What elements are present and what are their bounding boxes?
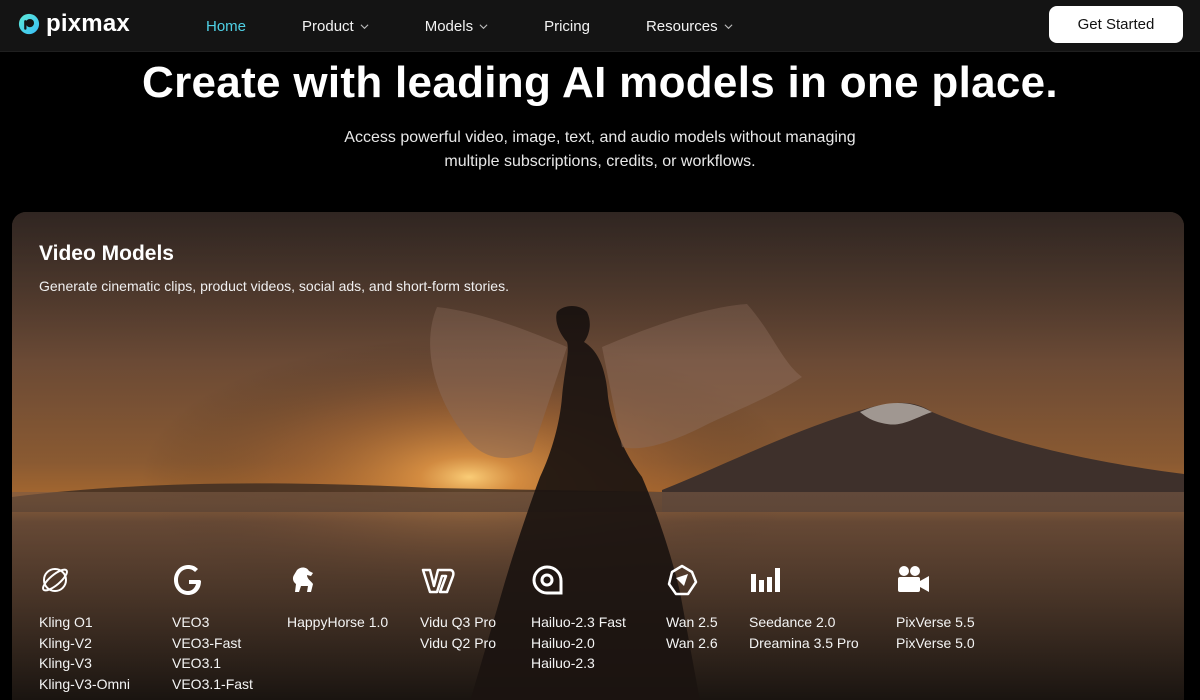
model-item[interactable]: Vidu Q2 Pro — [420, 633, 496, 654]
nav-link-home[interactable]: Home — [206, 18, 246, 35]
hero-title: Create with leading AI models in one pla… — [142, 58, 1058, 107]
model-item[interactable]: VEO3.1-Fast — [172, 674, 253, 695]
nav-links: Home Product Models Pricing Resources — [206, 0, 789, 52]
model-item[interactable]: Vidu Q3 Pro — [420, 612, 496, 633]
provider-column-google: VEO3 VEO3-Fast VEO3.1 VEO3.1-Fast — [172, 564, 253, 694]
model-item[interactable]: PixVerse 5.5 — [896, 612, 975, 633]
wan-icon — [667, 564, 698, 596]
provider-column-hailuo: Hailuo-2.3 Fast Hailuo-2.0 Hailuo-2.3 — [531, 564, 626, 674]
pixmax-logo-icon — [18, 13, 40, 35]
model-item[interactable]: Kling-V3 — [39, 653, 130, 674]
provider-column-pixverse: PixVerse 5.5 PixVerse 5.0 — [896, 564, 975, 653]
happyhorse-icon — [292, 567, 313, 592]
logo[interactable]: pixmax — [18, 9, 130, 39]
provider-column-vidu: Vidu Q3 Pro Vidu Q2 Pro — [420, 564, 496, 653]
video-models-subtitle: Generate cinematic clips, product videos… — [39, 278, 509, 294]
model-item[interactable]: Kling O1 — [39, 612, 130, 633]
provider-column-kling: Kling O1 Kling-V2 Kling-V3 Kling-V3-Omni — [39, 564, 130, 694]
video-models-card: Video Models Generate cinematic clips, p… — [12, 212, 1184, 700]
nav-link-product[interactable]: Product — [302, 18, 369, 35]
kling-icon — [42, 568, 68, 592]
model-item[interactable]: Kling-V3-Omni — [39, 674, 130, 695]
seedance-icon — [751, 568, 780, 592]
model-item[interactable]: VEO3-Fast — [172, 633, 253, 654]
model-item[interactable]: HappyHorse 1.0 — [287, 612, 388, 633]
video-models-title: Video Models — [39, 242, 174, 265]
model-item[interactable]: Wan 2.5 — [666, 612, 718, 633]
provider-column-happyhorse: HappyHorse 1.0 — [287, 564, 388, 633]
model-item[interactable]: Dreamina 3.5 Pro — [749, 633, 859, 654]
nav-link-label: Pricing — [544, 17, 590, 35]
nav-link-label: Resources — [645, 17, 718, 35]
hailuo-icon — [532, 565, 563, 595]
nav-link-resources[interactable]: Resources — [646, 18, 733, 35]
model-item[interactable]: PixVerse 5.0 — [896, 633, 975, 654]
chevron-down-icon — [724, 23, 733, 29]
hero-subtitle: Access powerful video, image, text, and … — [344, 129, 856, 170]
chevron-down-icon — [479, 23, 488, 29]
provider-column-wan: Wan 2.5 Wan 2.6 — [666, 564, 718, 653]
pixverse-icon — [898, 566, 929, 592]
logo-text: pixmax — [46, 10, 130, 37]
model-item[interactable]: Wan 2.6 — [666, 633, 718, 654]
model-item[interactable]: Hailuo-2.3 Fast — [531, 612, 626, 633]
get-started-button[interactable]: Get Started — [1049, 6, 1183, 43]
top-nav: pixmax Home Product Models Pricing Resou… — [0, 0, 1200, 52]
provider-column-seedance: Seedance 2.0 Dreamina 3.5 Pro — [749, 564, 859, 653]
model-item[interactable]: VEO3.1 — [172, 653, 253, 674]
nav-link-label: Models — [424, 17, 474, 35]
model-item[interactable]: VEO3 — [172, 612, 253, 633]
model-item[interactable]: Hailuo-2.0 — [531, 633, 626, 654]
model-item[interactable]: Seedance 2.0 — [749, 612, 859, 633]
chevron-down-icon — [360, 23, 369, 29]
vidu-icon — [421, 568, 455, 594]
nav-link-label: Product — [302, 17, 354, 35]
nav-link-pricing[interactable]: Pricing — [544, 18, 590, 35]
nav-link-label: Home — [206, 17, 247, 35]
model-item[interactable]: Kling-V2 — [39, 633, 130, 654]
google-icon — [174, 565, 201, 595]
model-item[interactable]: Hailuo-2.3 — [531, 653, 626, 674]
nav-link-models[interactable]: Models — [425, 18, 488, 35]
